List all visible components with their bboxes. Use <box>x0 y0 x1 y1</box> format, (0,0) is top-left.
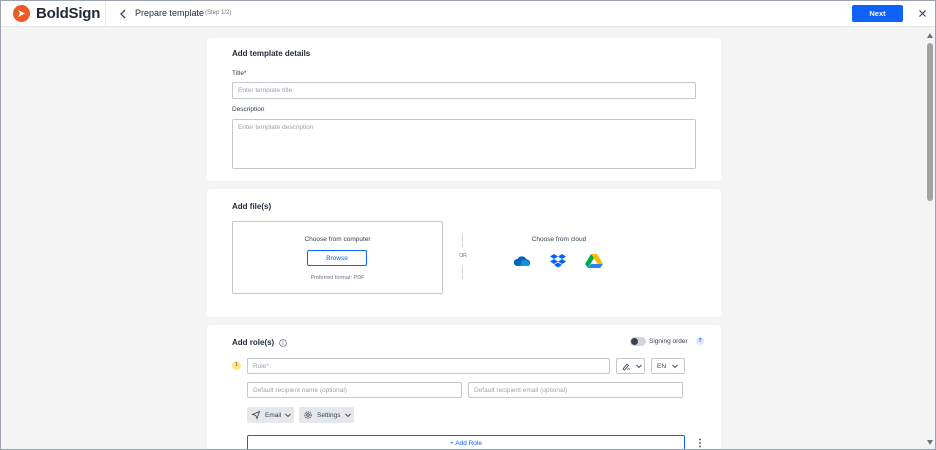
info-icon[interactable] <box>279 339 287 347</box>
chevron-down-icon <box>672 364 678 369</box>
chevron-down-icon <box>344 413 351 418</box>
role-input[interactable] <box>247 358 610 374</box>
chevron-down-icon <box>285 413 292 418</box>
close-button[interactable] <box>916 7 929 20</box>
toggle-knob <box>631 338 638 345</box>
preferred-format-hint: Preferred format: PDF <box>310 275 365 281</box>
settings-label: Settings <box>317 411 341 419</box>
template-details-card: Add template details Title* Description <box>207 38 721 181</box>
signing-order-toggle[interactable] <box>630 337 646 346</box>
more-options-icon[interactable] <box>697 437 703 449</box>
page-title: Prepare template <box>135 8 205 18</box>
files-heading: Add file(s) <box>232 202 272 211</box>
scroll-down-arrow-icon[interactable] <box>927 440 933 445</box>
dropbox-icon[interactable] <box>548 253 568 269</box>
add-role-button[interactable]: + Add Role <box>247 435 685 449</box>
boldsign-logo-icon <box>13 5 30 22</box>
choose-from-computer-label: Choose from computer <box>304 236 371 243</box>
or-label: OR <box>459 253 467 259</box>
description-label: Description <box>232 106 265 113</box>
gear-icon <box>304 411 312 419</box>
close-icon <box>919 10 926 17</box>
default-recipient-email-input[interactable] <box>468 382 683 398</box>
role-settings-dropdown[interactable]: Settings <box>299 407 354 423</box>
browse-button[interactable]: Browse <box>307 250 367 266</box>
delivery-mode-dropdown[interactable]: Email <box>247 407 294 423</box>
onedrive-icon[interactable] <box>512 253 532 269</box>
header-divider <box>105 1 106 27</box>
default-recipient-name-input[interactable] <box>247 382 462 398</box>
chevron-left-icon <box>120 9 126 19</box>
language-value: EN <box>657 362 667 370</box>
roles-heading: Add role(s) <box>232 338 275 347</box>
next-button[interactable]: Next <box>852 5 903 22</box>
files-card: Add file(s) Choose from computer Browse … <box>207 189 721 317</box>
roles-card: Add role(s) Signing order ? 1 EN Email S… <box>207 325 721 449</box>
signing-order-label: Signing order <box>649 338 688 345</box>
or-divider-top <box>462 234 463 247</box>
choose-from-cloud-label: Choose from cloud <box>531 236 587 243</box>
scroll-up-arrow-icon[interactable] <box>927 33 933 38</box>
brand-name: BoldSign <box>36 5 101 22</box>
signer-type-dropdown[interactable] <box>616 358 645 374</box>
role-index-badge: 1 <box>232 361 241 370</box>
scroll-thumb[interactable] <box>927 43 933 201</box>
vertical-scrollbar[interactable] <box>925 29 935 449</box>
step-indicator: (Step 1/2) <box>205 9 232 16</box>
help-icon[interactable]: ? <box>696 337 704 345</box>
language-dropdown[interactable]: EN <box>651 358 685 374</box>
signature-pen-icon <box>622 363 631 371</box>
delivery-mode-label: Email <box>265 411 282 419</box>
title-label: Title* <box>232 70 247 77</box>
file-dropzone[interactable]: Choose from computer Browse Preferred fo… <box>232 221 443 294</box>
template-title-input[interactable] <box>232 82 696 99</box>
template-details-heading: Add template details <box>232 49 311 58</box>
app-window: BoldSign Prepare template (Step 1/2) Nex… <box>0 0 936 450</box>
back-button[interactable] <box>117 7 129 21</box>
chevron-down-icon <box>636 364 642 369</box>
top-bar: BoldSign Prepare template (Step 1/2) Nex… <box>1 1 935 27</box>
send-icon <box>251 410 261 420</box>
template-description-input[interactable] <box>232 119 696 169</box>
google-drive-icon[interactable] <box>584 253 604 269</box>
or-divider-bottom <box>462 266 463 279</box>
brand-logo[interactable]: BoldSign <box>13 5 100 22</box>
